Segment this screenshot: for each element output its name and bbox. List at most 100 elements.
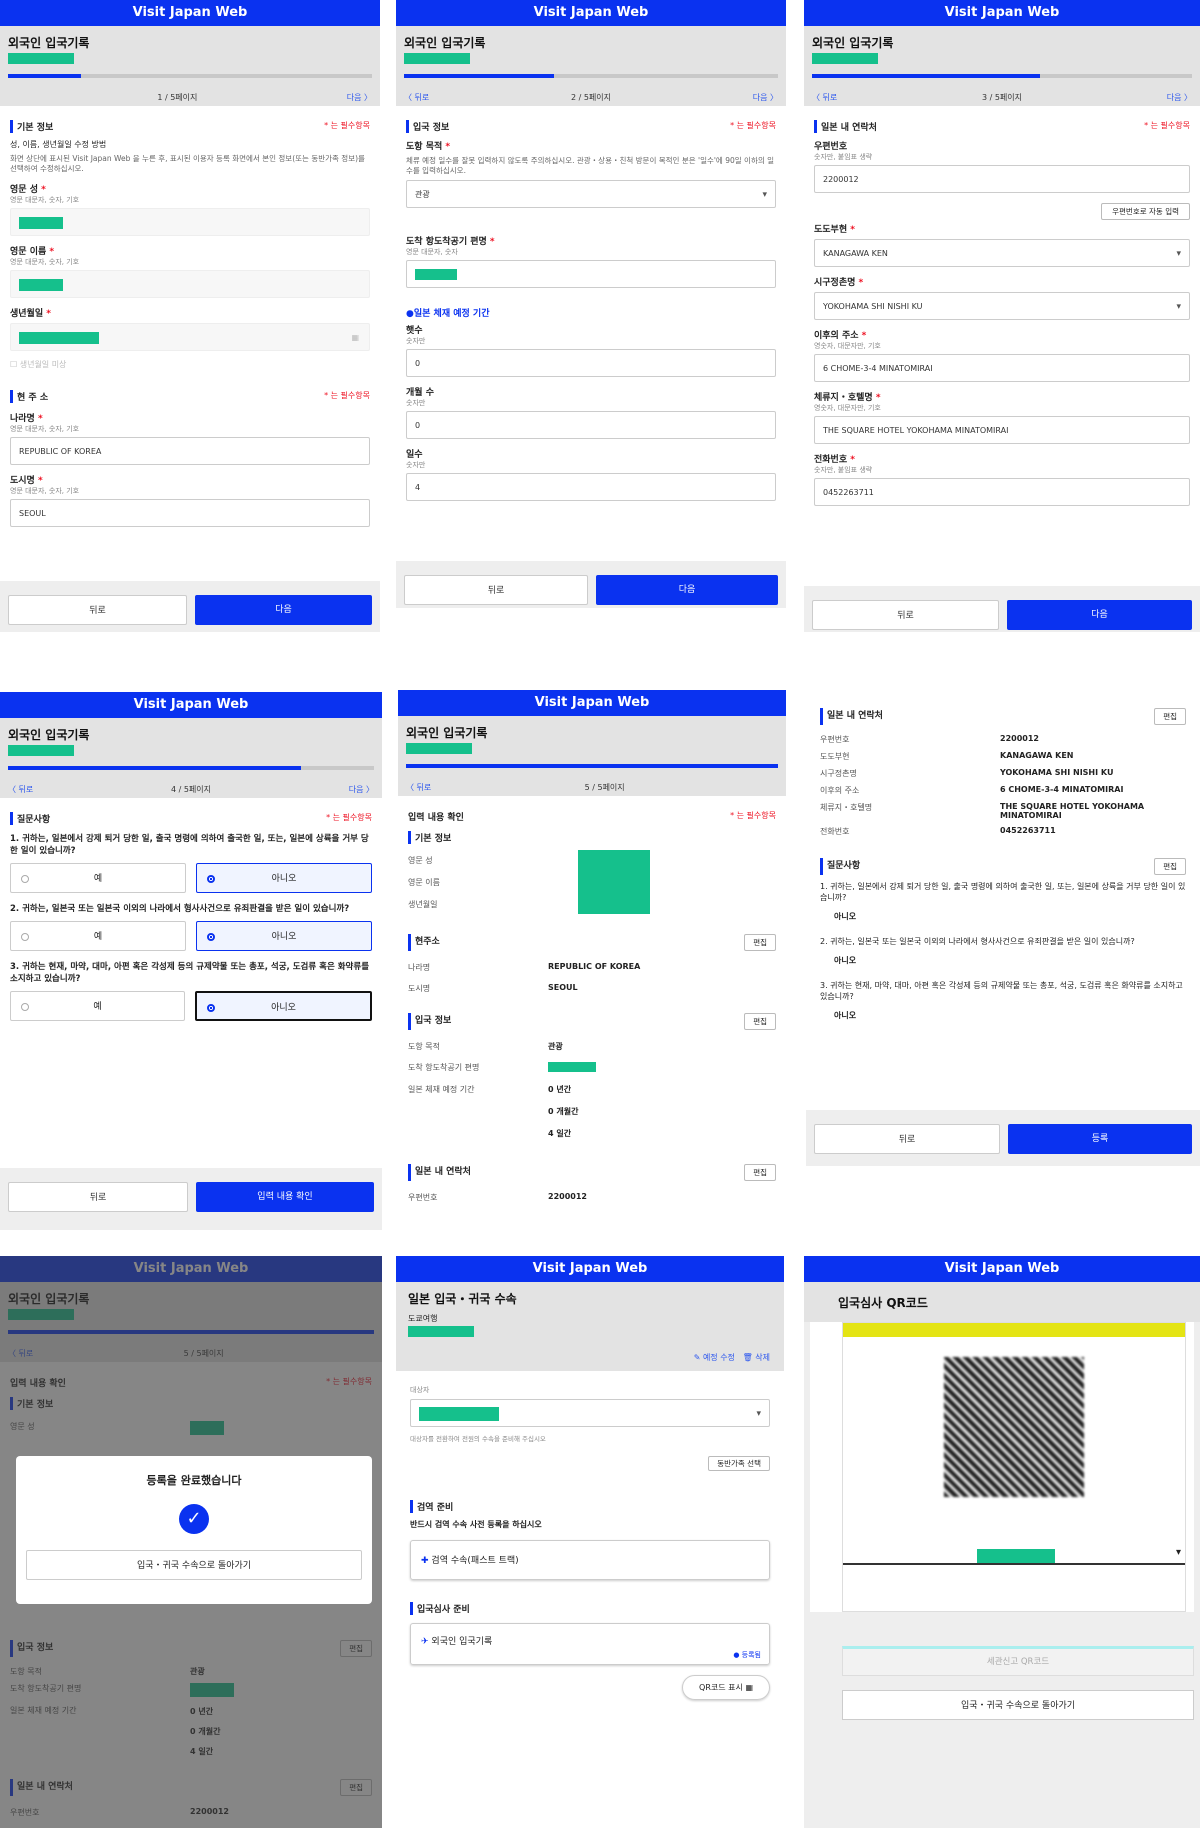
days-field[interactable]: 4 — [406, 473, 776, 501]
phone-field[interactable]: 0452263711 — [814, 478, 1190, 506]
back-link[interactable]: 〈 뒤로 — [8, 784, 33, 794]
given-field[interactable] — [10, 270, 370, 298]
surname-field[interactable] — [10, 208, 370, 236]
back-link[interactable]: 〈 뒤로 — [812, 92, 837, 102]
edit-button[interactable]: 편집 — [1154, 708, 1186, 725]
page-title: 외국인 입국기록 — [406, 726, 488, 740]
screen-review-bottom: 일본 내 연락처 편집 우편번호 2200012 도도부현 KANAGAWA KEN … — [806, 690, 1200, 1166]
postal-field[interactable]: 2200012 — [814, 165, 1190, 193]
next-button[interactable]: 다음 — [195, 595, 372, 625]
redacted-name — [812, 53, 878, 64]
redacted-identity — [578, 850, 650, 914]
address-field[interactable]: 6 CHOME-3-4 MINATOMIRAI — [814, 354, 1190, 382]
app-header[interactable]: Visit Japan Web — [0, 0, 380, 26]
question-2: 2. 귀하는, 일본국 또는 일본국 이외의 나라에서 형사사건으로 유죄판결을… — [10, 904, 350, 914]
progress-bar — [406, 764, 778, 768]
family-select-button[interactable]: 동반가족 선택 — [708, 1456, 770, 1471]
answer-3: 아니오 — [834, 1011, 857, 1020]
next-link[interactable]: 다음 〉 — [753, 92, 778, 102]
next-link[interactable]: 다음 〉 — [347, 92, 372, 102]
next-link[interactable]: 다음 〉 — [1167, 92, 1192, 102]
back-button[interactable]: 뒤로 — [812, 600, 999, 630]
dob-field[interactable]: ▦ — [10, 323, 370, 351]
months-field[interactable]: 0 — [406, 411, 776, 439]
unknown-checkbox[interactable]: ☐ — [10, 360, 17, 369]
edit-button[interactable]: 편집 — [744, 1013, 776, 1030]
city-select[interactable]: YOKOHAMA SHI NISHI KU — [814, 292, 1190, 321]
hotel-field[interactable]: THE SQUARE HOTEL YOKOHAMA MINATOMIRAI — [814, 416, 1190, 444]
question-3: 3. 귀하는 현재, 마약, 대마, 아편 혹은 각성제 등의 규제약물 또는 … — [10, 962, 370, 984]
q2-no-radio[interactable]: 아니오 — [196, 921, 372, 951]
q3-yes-radio[interactable]: 예 — [10, 991, 185, 1021]
section-title: 검역 준비 — [417, 1503, 454, 1513]
address-value: 6 CHOME-3-4 MINATOMIRAI — [1000, 785, 1124, 794]
back-button[interactable]: 뒤로 — [8, 1182, 188, 1212]
city-hint: 영문 대문자, 숫자, 기호 — [10, 487, 80, 495]
city-label: 도시명 — [10, 476, 35, 486]
edit-button[interactable]: 편집 — [1154, 858, 1186, 875]
next-button[interactable]: 다음 — [596, 575, 778, 605]
back-button[interactable]: 뒤로 — [404, 575, 588, 605]
dob-label: 생년월일 — [10, 309, 44, 319]
given-label: 영문 이름 — [10, 247, 47, 257]
q1-no-radio[interactable]: 아니오 — [196, 863, 372, 893]
chevron-down-icon: ▾ — [1175, 1547, 1181, 1558]
check-circle-icon: ✓ — [179, 1504, 209, 1534]
register-button[interactable]: 등록 — [1008, 1124, 1192, 1154]
show-qr-button[interactable]: QR코드 표시 ▦ — [682, 1675, 770, 1700]
app-header[interactable]: Visit Japan Web — [396, 1256, 784, 1282]
app-header[interactable]: Visit Japan Web — [0, 692, 382, 718]
app-header[interactable]: Visit Japan Web — [804, 0, 1200, 26]
back-button[interactable]: 뒤로 — [8, 595, 187, 625]
phone-label: 전화번호 — [820, 827, 850, 836]
back-link[interactable]: 〈 뒤로 — [406, 782, 431, 792]
back-link[interactable]: 〈 뒤로 — [404, 92, 429, 102]
customs-qr-button[interactable]: 세관신고 QR코드 — [842, 1646, 1194, 1676]
flight-field[interactable] — [406, 260, 776, 288]
phone-hint: 숫자만, 붙임표 생략 — [814, 466, 873, 474]
edit-button[interactable]: 편집 — [744, 1164, 776, 1181]
review-heading: 입력 내용 확인 — [408, 813, 464, 823]
q2-yes-radio[interactable]: 예 — [10, 921, 186, 951]
app-header[interactable]: Visit Japan Web — [804, 1256, 1200, 1282]
back-button[interactable]: 뒤로 — [814, 1124, 1000, 1154]
stay-months: 0 개월간 — [548, 1107, 579, 1116]
phone-value: 0452263711 — [1000, 826, 1056, 835]
next-button[interactable]: 다음 — [1007, 600, 1192, 630]
edit-button[interactable]: 편집 — [744, 934, 776, 951]
qr-card-header — [843, 1323, 1185, 1337]
next-link[interactable]: 다음 〉 — [349, 784, 374, 794]
traveler-select[interactable]: ▾ — [843, 1545, 1185, 1565]
screen-procedures: Visit Japan Web 일본 입국・귀국 수속 도쿄여행 ✎ 예정 수정… — [396, 1256, 784, 1746]
redacted-name — [406, 743, 472, 754]
entry-record-card[interactable]: ✈ 외국인 입국기록 ● 등록됨 — [410, 1623, 770, 1665]
screen-questions: Visit Japan Web 외국인 입국기록 〈 뒤로 4 / 5페이지 다음 … — [0, 692, 382, 1230]
years-hint: 숫자만 — [406, 337, 426, 345]
fast-track-card[interactable]: ✚ 검역 수속(패스트 트랙) — [410, 1540, 770, 1580]
postal-hint: 숫자만, 붙임표 생략 — [814, 153, 873, 161]
app-header[interactable]: Visit Japan Web — [398, 690, 786, 716]
target-select[interactable] — [410, 1399, 770, 1428]
section-title: 현 주 소 — [17, 393, 49, 403]
answer-2: 아니오 — [834, 956, 857, 965]
edit-plan-link[interactable]: 예정 수정 — [703, 1353, 735, 1362]
q1-yes-radio[interactable]: 예 — [10, 863, 186, 893]
section-title: 질문사항 — [17, 815, 51, 825]
entry-record-label: 외국인 입국기록 — [431, 1637, 493, 1647]
years-field[interactable]: 0 — [406, 349, 776, 377]
address-label: 이후의 주소 — [814, 331, 859, 341]
country-field[interactable]: REPUBLIC OF KOREA — [10, 437, 370, 465]
postal-autofill-button[interactable]: 우편번호로 자동 입력 — [1101, 203, 1190, 220]
screen-qr-code: Visit Japan Web 입국심사 QR코드 ▾ 세관신고 QR코드 입국… — [804, 1256, 1200, 1828]
q3-no-radio[interactable]: 아니오 — [195, 991, 372, 1021]
return-button[interactable]: 입국・귀국 수속으로 돌아가기 — [26, 1550, 362, 1580]
pref-select[interactable]: KANAGAWA KEN — [814, 239, 1190, 268]
delete-link[interactable]: 삭제 — [755, 1353, 770, 1362]
purpose-select[interactable]: 관광 — [406, 180, 776, 209]
city-field[interactable]: SEOUL — [10, 499, 370, 527]
surname-label: 영문 성 — [408, 856, 433, 865]
confirm-button[interactable]: 입력 내용 확인 — [196, 1182, 374, 1212]
app-header[interactable]: Visit Japan Web — [396, 0, 786, 26]
return-button[interactable]: 입국・귀국 수속으로 돌아가기 — [842, 1690, 1194, 1720]
section-title: 입국 정보 — [415, 1016, 452, 1026]
